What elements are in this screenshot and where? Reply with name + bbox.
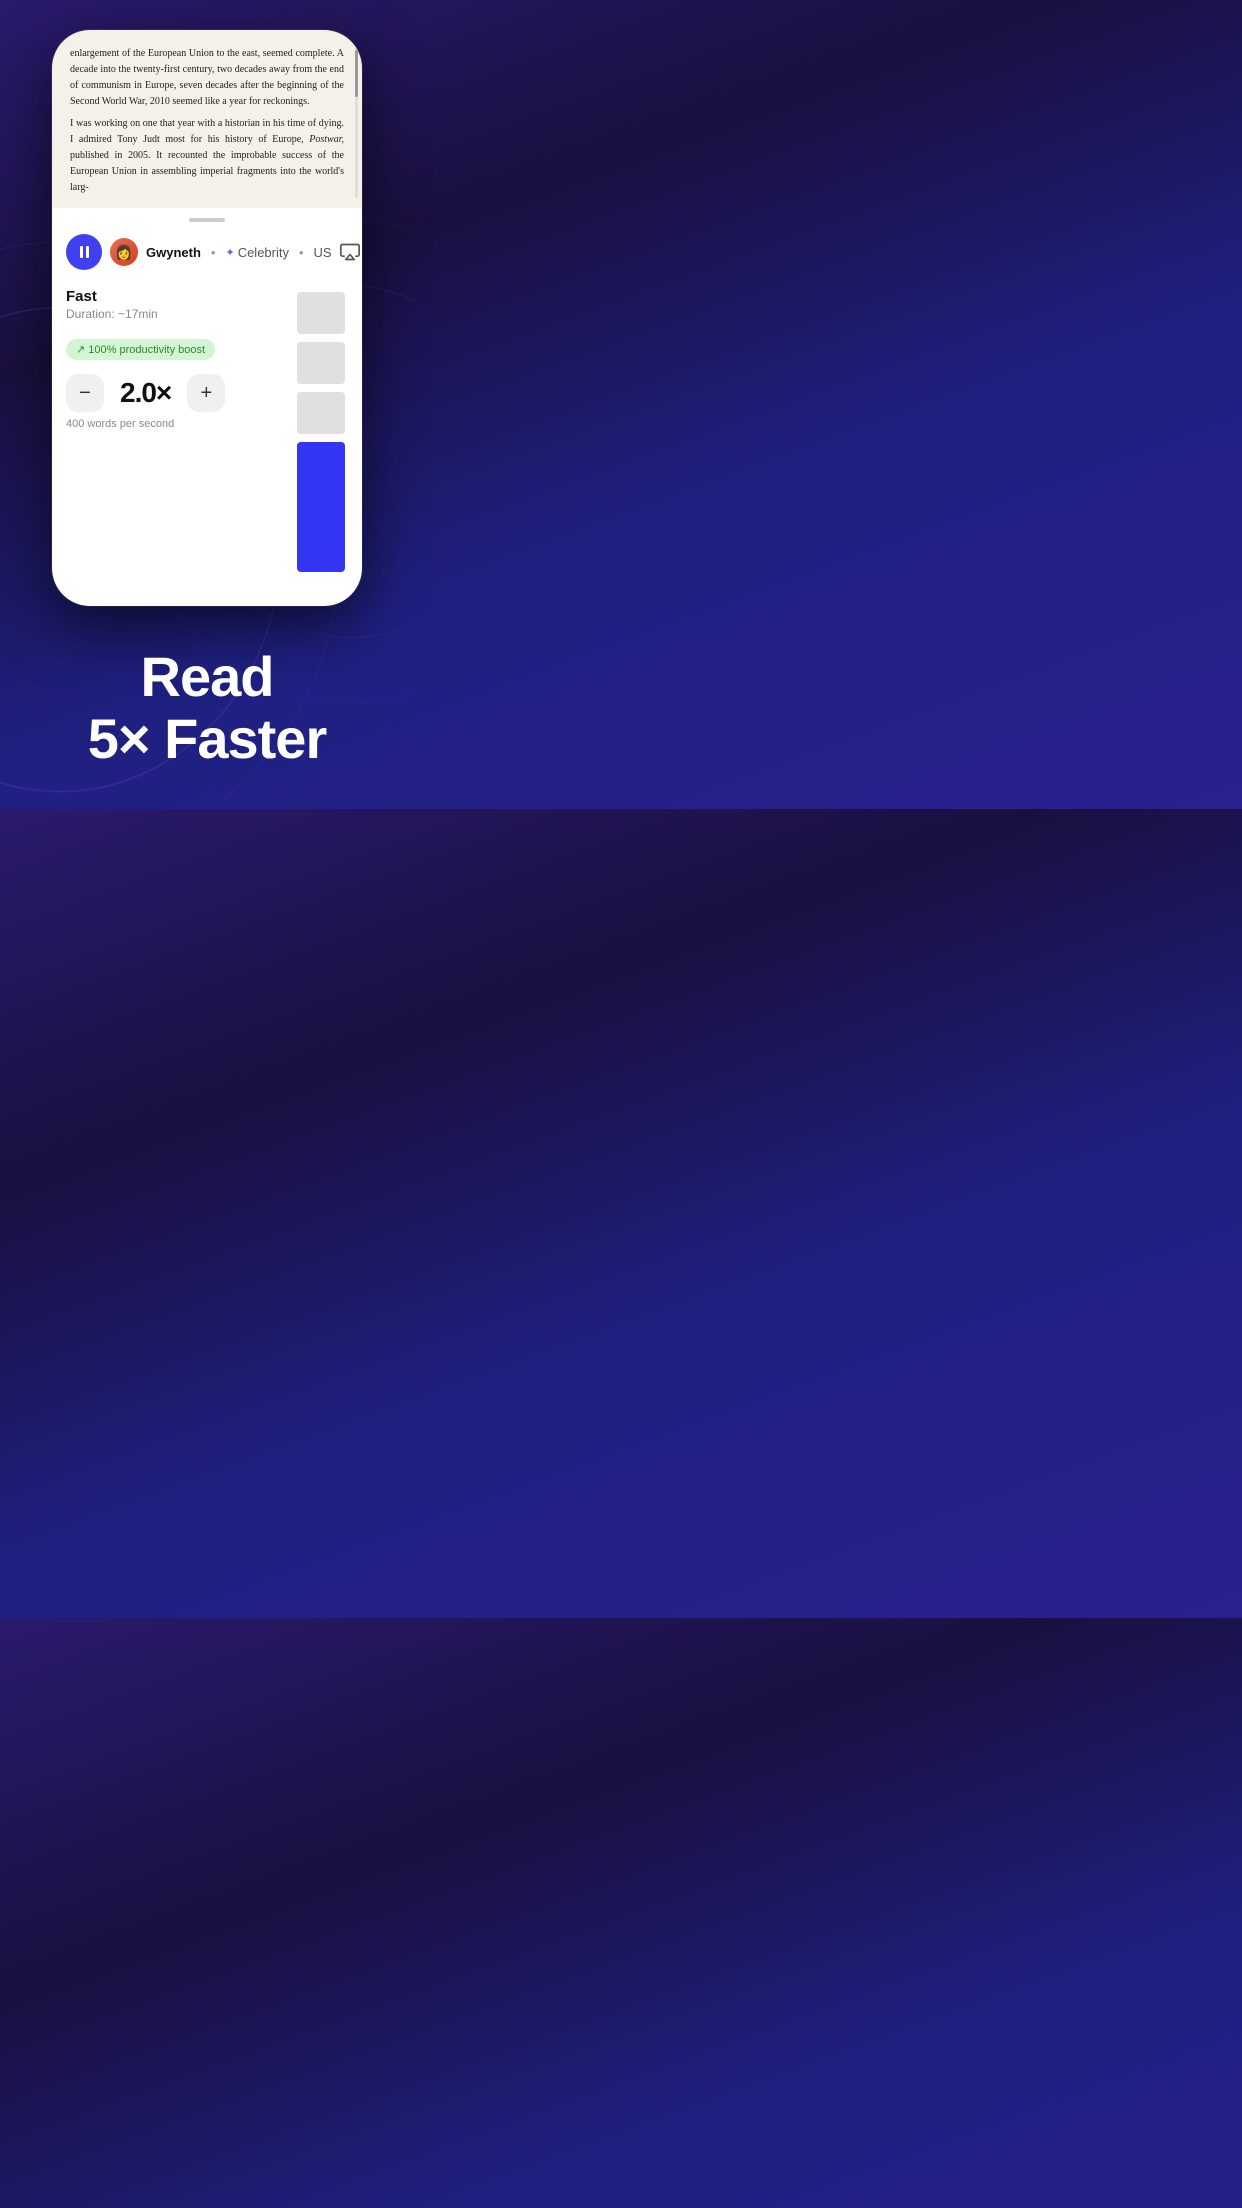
sheet-bottom-padding bbox=[52, 586, 362, 606]
voice-bar: 👩 Gwyneth • ✦ Celebrity • US bbox=[52, 228, 362, 280]
book-postwar: Postwar, bbox=[309, 134, 344, 145]
voice-category-label: Celebrity bbox=[238, 245, 289, 260]
speed-duration: Duration: ~17min bbox=[66, 307, 158, 321]
pause-bar-right bbox=[86, 246, 89, 258]
productivity-text: ↗ 100% productivity boost bbox=[76, 343, 205, 356]
drag-handle[interactable] bbox=[52, 208, 362, 228]
book-paragraph-2: I was working on one that year with a hi… bbox=[70, 118, 344, 145]
separator-2: • bbox=[299, 245, 304, 260]
voice-region: US bbox=[314, 245, 332, 260]
phone-mockup: enlargement of the European Union to the… bbox=[52, 30, 362, 606]
book-text-area: enlargement of the European Union to the… bbox=[52, 30, 362, 208]
drag-handle-bar bbox=[189, 218, 225, 222]
slider-seg-3 bbox=[297, 392, 345, 434]
phone-container: enlargement of the European Union to the… bbox=[0, 0, 414, 616]
speed-title: Fast bbox=[66, 288, 97, 305]
marketing-section: Read 5× Faster bbox=[0, 616, 414, 809]
scroll-thumb bbox=[355, 50, 358, 97]
speed-controls: − 2.0× + bbox=[66, 374, 225, 412]
productivity-badge: ↗ 100% productivity boost bbox=[66, 339, 215, 360]
bottom-sheet: 👩 Gwyneth • ✦ Celebrity • US bbox=[52, 208, 362, 606]
speed-value: 2.0× bbox=[120, 377, 171, 409]
marketing-title: Read 5× Faster bbox=[20, 646, 394, 769]
voice-category: ✦ Celebrity bbox=[225, 245, 289, 260]
pause-bar-left bbox=[80, 246, 83, 258]
slider-seg-2 bbox=[297, 342, 345, 384]
slider-seg-active bbox=[297, 442, 345, 572]
slider-track bbox=[297, 292, 345, 572]
speed-slider[interactable] bbox=[294, 288, 348, 572]
speed-left-panel: Fast Duration: ~17min ↗ 100% productivit… bbox=[66, 288, 282, 572]
slider-seg-1 bbox=[297, 292, 345, 334]
slider-gap-1 bbox=[297, 336, 345, 340]
book-paragraph-3: published in 2005. It recounted the impr… bbox=[70, 150, 344, 193]
scroll-track bbox=[355, 40, 358, 198]
avatar-emoji: 👩 bbox=[115, 244, 132, 261]
marketing-line-2: 5× Faster bbox=[20, 708, 394, 770]
airplay-button[interactable] bbox=[340, 238, 360, 266]
minus-button[interactable]: − bbox=[66, 374, 104, 412]
slider-gap-2 bbox=[297, 386, 345, 390]
sparkle-icon: ✦ bbox=[225, 246, 234, 259]
speed-section: Fast Duration: ~17min ↗ 100% productivit… bbox=[52, 280, 362, 586]
book-paragraph-1: enlargement of the European Union to the… bbox=[70, 48, 344, 107]
pause-icon bbox=[80, 246, 89, 258]
airplay-icon bbox=[340, 242, 360, 262]
words-per-second: 400 words per second bbox=[66, 418, 174, 430]
avatar: 👩 bbox=[110, 238, 138, 266]
separator-1: • bbox=[211, 245, 216, 260]
slider-gap-3 bbox=[297, 436, 345, 440]
voice-name: Gwyneth bbox=[146, 245, 201, 260]
marketing-line-1: Read bbox=[20, 646, 394, 708]
plus-button[interactable]: + bbox=[187, 374, 225, 412]
pause-button[interactable] bbox=[66, 234, 102, 270]
